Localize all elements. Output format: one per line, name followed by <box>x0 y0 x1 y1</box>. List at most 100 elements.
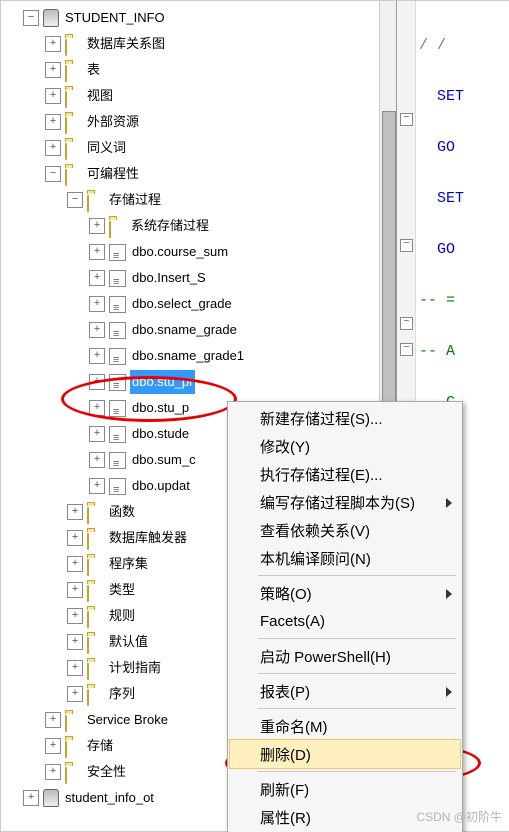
scrollbar-thumb[interactable] <box>382 111 396 413</box>
proc-icon <box>109 478 126 495</box>
tree-node-sp[interactable]: +dbo.Insert_S <box>5 265 396 291</box>
folder-icon <box>65 91 67 108</box>
folder-icon <box>87 637 89 654</box>
expand-icon[interactable]: + <box>89 322 105 338</box>
tree-node-diagram[interactable]: +数据库关系图 <box>5 31 396 57</box>
menu-powershell[interactable]: 启动 PowerShell(H) <box>230 642 460 670</box>
expand-icon[interactable]: + <box>45 764 61 780</box>
tree-node-database[interactable]: − STUDENT_INFO <box>5 5 396 31</box>
database-icon <box>43 789 59 807</box>
expand-icon[interactable]: + <box>67 634 83 650</box>
folder-icon <box>87 195 89 212</box>
menu-separator <box>258 638 456 639</box>
expand-icon[interactable]: + <box>67 530 83 546</box>
expand-icon[interactable]: + <box>89 348 105 364</box>
folder-icon <box>65 143 67 160</box>
expand-icon[interactable]: + <box>45 712 61 728</box>
fold-icon[interactable]: − <box>400 343 413 356</box>
tree-node-synonyms[interactable]: +同义词 <box>5 135 396 161</box>
folder-icon <box>65 741 67 758</box>
expand-icon[interactable]: + <box>23 790 39 806</box>
tree-node-sp[interactable]: +dbo.select_grade <box>5 291 396 317</box>
db-name: STUDENT_INFO <box>63 6 167 30</box>
proc-icon <box>109 244 126 261</box>
menu-exec[interactable]: 执行存储过程(E)... <box>230 460 460 488</box>
folder-icon <box>65 715 67 732</box>
expand-icon[interactable]: + <box>67 608 83 624</box>
collapse-icon[interactable]: − <box>23 10 39 26</box>
expand-icon[interactable]: + <box>45 738 61 754</box>
menu-refresh[interactable]: 刷新(F) <box>230 775 460 803</box>
expand-icon[interactable]: + <box>89 426 105 442</box>
menu-view-deps[interactable]: 查看依赖关系(V) <box>230 516 460 544</box>
proc-icon <box>109 426 126 443</box>
expand-icon[interactable]: + <box>89 296 105 312</box>
expand-icon[interactable]: + <box>45 36 61 52</box>
expand-icon[interactable]: + <box>67 686 83 702</box>
fold-icon[interactable]: − <box>400 113 413 126</box>
proc-icon <box>109 348 126 365</box>
expand-icon[interactable]: + <box>89 374 105 390</box>
menu-separator <box>258 771 456 772</box>
expand-icon[interactable]: + <box>89 270 105 286</box>
tree-node-extres[interactable]: +外部资源 <box>5 109 396 135</box>
folder-icon <box>87 585 89 602</box>
expand-icon[interactable]: + <box>89 452 105 468</box>
context-menu: 新建存储过程(S)... 修改(Y) 执行存储过程(E)... 编写存储过程脚本… <box>227 401 463 832</box>
fold-icon[interactable]: − <box>400 239 413 252</box>
folder-icon <box>87 559 89 576</box>
folder-icon <box>87 533 89 550</box>
proc-icon <box>109 452 126 469</box>
expand-icon[interactable]: + <box>67 504 83 520</box>
expand-icon[interactable]: + <box>45 62 61 78</box>
expand-icon[interactable]: + <box>45 114 61 130</box>
tree-node-sp-selected[interactable]: +dbo.stu_pr <box>5 369 396 395</box>
fold-icon[interactable]: − <box>400 317 413 330</box>
menu-separator <box>258 575 456 576</box>
expand-icon[interactable]: + <box>89 218 105 234</box>
tree-node-stored-procedures[interactable]: −存储过程 <box>5 187 396 213</box>
proc-icon <box>109 322 126 339</box>
menu-delete[interactable]: 删除(D) <box>230 740 460 768</box>
menu-native-advisor[interactable]: 本机编译顾问(N) <box>230 544 460 572</box>
expand-icon[interactable]: + <box>45 140 61 156</box>
expand-icon[interactable]: + <box>67 660 83 676</box>
tree-node-sp[interactable]: +dbo.course_sum <box>5 239 396 265</box>
expand-icon[interactable]: + <box>89 244 105 260</box>
menu-new-sp[interactable]: 新建存储过程(S)... <box>230 404 460 432</box>
tree-node-sp[interactable]: +dbo.sname_grade1 <box>5 343 396 369</box>
folder-icon <box>87 507 89 524</box>
tree-node-sp[interactable]: +dbo.sname_grade <box>5 317 396 343</box>
expand-icon[interactable]: + <box>89 400 105 416</box>
expand-icon[interactable]: + <box>45 88 61 104</box>
folder-icon <box>87 663 89 680</box>
folder-icon <box>87 689 89 706</box>
folder-icon <box>109 221 111 238</box>
menu-rename[interactable]: 重命名(M) <box>230 712 460 740</box>
tree-node-programmability[interactable]: −可编程性 <box>5 161 396 187</box>
expand-icon[interactable]: + <box>67 582 83 598</box>
menu-modify[interactable]: 修改(Y) <box>230 432 460 460</box>
menu-reports[interactable]: 报表(P) <box>230 677 460 705</box>
watermark: CSDN @初阶牛 <box>416 808 502 825</box>
tree-node-tables[interactable]: +表 <box>5 57 396 83</box>
tree-node-views[interactable]: +视图 <box>5 83 396 109</box>
proc-icon <box>109 270 126 287</box>
collapse-icon[interactable]: − <box>45 166 61 182</box>
collapse-icon[interactable]: − <box>67 192 83 208</box>
tree-node-system-sp[interactable]: +系统存储过程 <box>5 213 396 239</box>
menu-policies[interactable]: 策略(O) <box>230 579 460 607</box>
menu-separator <box>258 708 456 709</box>
folder-icon <box>65 39 67 56</box>
database-icon <box>43 9 59 27</box>
proc-icon <box>109 374 126 391</box>
folder-icon <box>65 117 67 134</box>
menu-script-as[interactable]: 编写存储过程脚本为(S) <box>230 488 460 516</box>
expand-icon[interactable]: + <box>89 478 105 494</box>
proc-icon <box>109 296 126 313</box>
menu-facets[interactable]: Facets(A) <box>230 607 460 635</box>
menu-separator <box>258 673 456 674</box>
folder-icon <box>65 169 67 186</box>
expand-icon[interactable]: + <box>67 556 83 572</box>
folder-icon <box>65 65 67 82</box>
